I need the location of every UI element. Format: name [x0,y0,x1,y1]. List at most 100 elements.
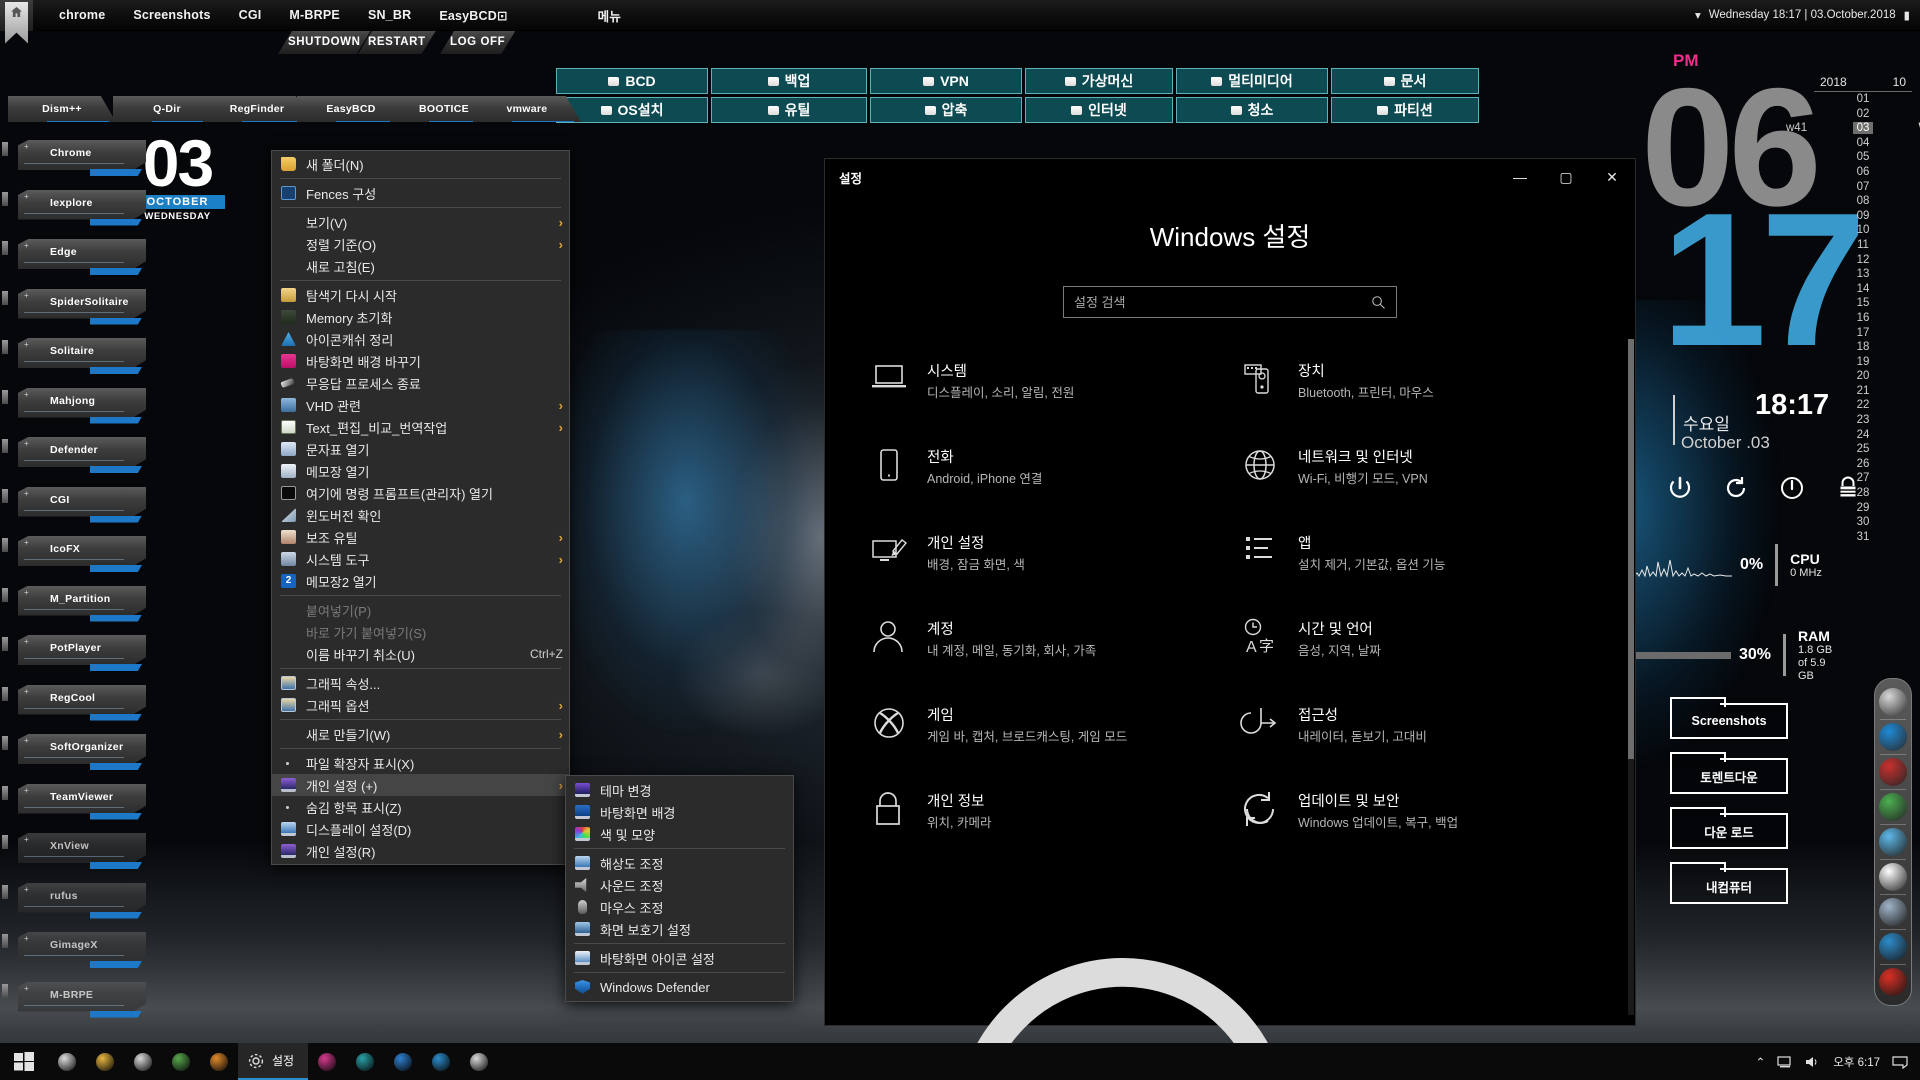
desktop-folder-3[interactable]: 내컴퓨터 [1670,862,1788,904]
top-link-3[interactable]: M-BRPE [275,8,354,22]
context-menu-item-16[interactable]: 메모장 열기 [272,460,569,482]
network-icon[interactable] [1777,1055,1793,1069]
folder-tab-문서[interactable]: 📁 문서 [1331,68,1479,94]
context-menu-item-0[interactable]: 새 폴더(N) [272,153,569,175]
scrollbar-thumb[interactable] [1628,339,1634,759]
context-menu-item-9[interactable]: Memory 초기화 [272,306,569,328]
opera-icon[interactable] [1879,968,1907,996]
power-tab-restart[interactable]: RESTART [358,31,436,54]
taskbar-pinned-left[interactable] [48,1043,238,1080]
volume-icon[interactable] [1805,1055,1821,1069]
power-tab-shutdown[interactable]: SHUTDOWN [278,31,371,54]
action-center-icon[interactable] [1892,1055,1908,1069]
context-menu-item-11[interactable]: 바탕화면 배경 바꾸기 [272,350,569,372]
start-button[interactable] [0,1043,48,1080]
internet-explorer-icon[interactable] [1879,723,1907,751]
left-dock-item-regcool[interactable]: + RegCool [0,683,150,733]
context-menu-item-6[interactable]: 새로 고침(E) [272,255,569,277]
tool-tab-5[interactable]: vmware [473,96,581,122]
desktop-folder-shortcuts[interactable]: Screenshots 토렌트다운 다운 로드 내컴퓨터 [1670,697,1810,925]
settings-tile-10[interactable]: 개인 정보 위치, 카메라 [869,790,1220,832]
context-menu-item-27[interactable]: 그래픽 속성... [272,672,569,694]
desktop-context-menu[interactable]: 새 폴더(N) Fences 구성 보기(V) › 정렬 기준(O) › 새로 고침(E) 탐… [271,150,570,865]
left-app-dock[interactable]: + Chrome + Iexplore + Edge + SpiderSolitaire + So… [0,138,150,1029]
submenu-item-0[interactable]: 테마 변경 [566,779,793,801]
context-menu-item-20[interactable]: 시스템 도구 › [272,548,569,570]
left-dock-item-mahjong[interactable]: + Mahjong [0,386,150,436]
settings-scrollbar[interactable] [1628,339,1634,1015]
topbar-chevron[interactable]: ▾ [1695,8,1701,22]
context-menu-item-33[interactable]: 개인 설정 (+) › [272,774,569,796]
search-icon[interactable] [1371,295,1386,310]
chrome-icon[interactable] [1879,688,1907,716]
left-dock-item-defender[interactable]: + Defender [0,435,150,485]
folder-tab-BCD[interactable]: 📁 BCD [556,68,708,94]
submenu-item-11[interactable]: Windows Defender [566,976,793,998]
context-menu-item-5[interactable]: 정렬 기준(O) › [272,233,569,255]
left-dock-item-spidersolitaire[interactable]: + SpiderSolitaire [0,287,150,337]
context-menu-item-13[interactable]: VHD 관련 › [272,394,569,416]
left-dock-item-chrome[interactable]: + Chrome [0,138,150,188]
taskbar-item-folder-explorer-icon[interactable] [86,1043,124,1080]
gom-player-icon[interactable] [1879,828,1907,856]
left-dock-item-icofx[interactable]: + IcoFX [0,534,150,584]
restart-icon[interactable] [1723,475,1749,501]
context-menu-item-12[interactable]: 무응답 프로세스 종료 [272,372,569,394]
left-dock-item-softorganizer[interactable]: + SoftOrganizer [0,732,150,782]
submenu-item-4[interactable]: 해상도 조정 [566,852,793,874]
power-tab-group[interactable]: SHUTDOWN RESTART LOG OFF [0,31,1920,57]
tool-tab-group[interactable]: Dism++ Q-Dir RegFinder EasyBCD BOOTICE vmware [0,96,1920,130]
taskbar-item-chrome2-icon[interactable] [460,1043,498,1080]
right-icon-dock[interactable] [1874,678,1912,1006]
folder-tab-가상머신[interactable]: 📁 가상머신 [1025,68,1173,94]
top-link-1[interactable]: Screenshots [119,8,224,22]
close-button[interactable]: ✕ [1589,160,1635,194]
taskbar-item-chrome-taskbar-icon[interactable] [124,1043,162,1080]
left-dock-item-edge[interactable]: + Edge [0,237,150,287]
left-dock-item-rufus[interactable]: + rufus [0,881,150,931]
window-buttons[interactable]: — ▢ ✕ [1497,160,1635,194]
context-menu-item-15[interactable]: 문자표 열기 [272,438,569,460]
personalize-submenu[interactable]: 테마 변경 바탕화면 배경 색 및 모양 해상도 조정 사운드 조정 마우스 조정 화면 보… [565,775,794,1002]
left-dock-item-xnview[interactable]: + XnView [0,831,150,881]
ccleaner-icon[interactable] [1879,758,1907,786]
folder-tab-VPN[interactable]: 📁 VPN [870,68,1022,94]
settings-tile-9[interactable]: 접근성 내레이터, 돋보기, 고대비 [1240,704,1591,746]
context-menu-item-14[interactable]: Text_편집_비교_번역작업 › [272,416,569,438]
tool-tab-2[interactable]: RegFinder [203,96,311,122]
home-tab-button[interactable] [0,0,33,44]
submenu-item-9[interactable]: 바탕화면 아이콘 설정 [566,947,793,969]
submenu-item-6[interactable]: 마우스 조정 [566,896,793,918]
context-menu-item-19[interactable]: 보조 유틸 › [272,526,569,548]
context-menu-item-35[interactable]: 디스플레이 설정(D) [272,818,569,840]
settings-search-box[interactable] [1063,286,1397,318]
context-menu-item-21[interactable]: 2 메모장2 열기 [272,570,569,592]
left-dock-item-potplayer[interactable]: + PotPlayer [0,633,150,683]
top-link-6[interactable]: 메뉴 [584,6,635,25]
context-menu-item-34[interactable]: 숨김 항목 표시(Z) [272,796,569,818]
top-menu-bar[interactable]: chrome Screenshots CGI M-BRPE SN_BR EasyBCD⊡ 메… [0,0,1920,44]
context-menu-item-32[interactable]: 파일 확장자 표시(X) [272,752,569,774]
top-link-2[interactable]: CGI [225,8,276,22]
settings-tile-0[interactable]: 시스템 디스플레이, 소리, 알림, 전원 [869,360,1220,402]
diamond-icon[interactable] [1879,898,1907,926]
taskbar-pinned-right[interactable] [308,1043,498,1080]
sleep-icon[interactable] [1779,475,1805,501]
context-menu-item-25[interactable]: 이름 바꾸기 취소(U) Ctrl+Z [272,643,569,665]
settings-tile-1[interactable]: 장치 Bluetooth, 프린터, 마우스 [1240,360,1591,402]
tool-tab-3[interactable]: EasyBCD [297,96,405,122]
search-input[interactable] [1074,294,1371,310]
desktop-folder-2[interactable]: 다운 로드 [1670,807,1788,849]
submenu-item-2[interactable]: 색 및 모양 [566,823,793,845]
context-menu-item-17[interactable]: 여기에 명령 프롬프트(관리자) 열기 [272,482,569,504]
left-dock-item-teamviewer[interactable]: + TeamViewer [0,782,150,832]
maximize-button[interactable]: ▢ [1543,160,1589,194]
top-link-0[interactable]: chrome [45,8,119,22]
folder-tab-멀티미디어[interactable]: 📁 멀티미디어 [1176,68,1328,94]
left-dock-item-iexplore[interactable]: + Iexplore [0,188,150,238]
system-tray[interactable]: ⌃ 오후 6:17 [1756,1054,1920,1070]
taskbar-item-blue-app-icon[interactable] [384,1043,422,1080]
context-menu-item-10[interactable]: 아이콘캐쉬 정리 [272,328,569,350]
settings-tile-6[interactable]: 계정 내 계정, 메일, 동기화, 회사, 가족 [869,618,1220,660]
taskbar-open-settings[interactable]: 설정 [238,1043,309,1080]
